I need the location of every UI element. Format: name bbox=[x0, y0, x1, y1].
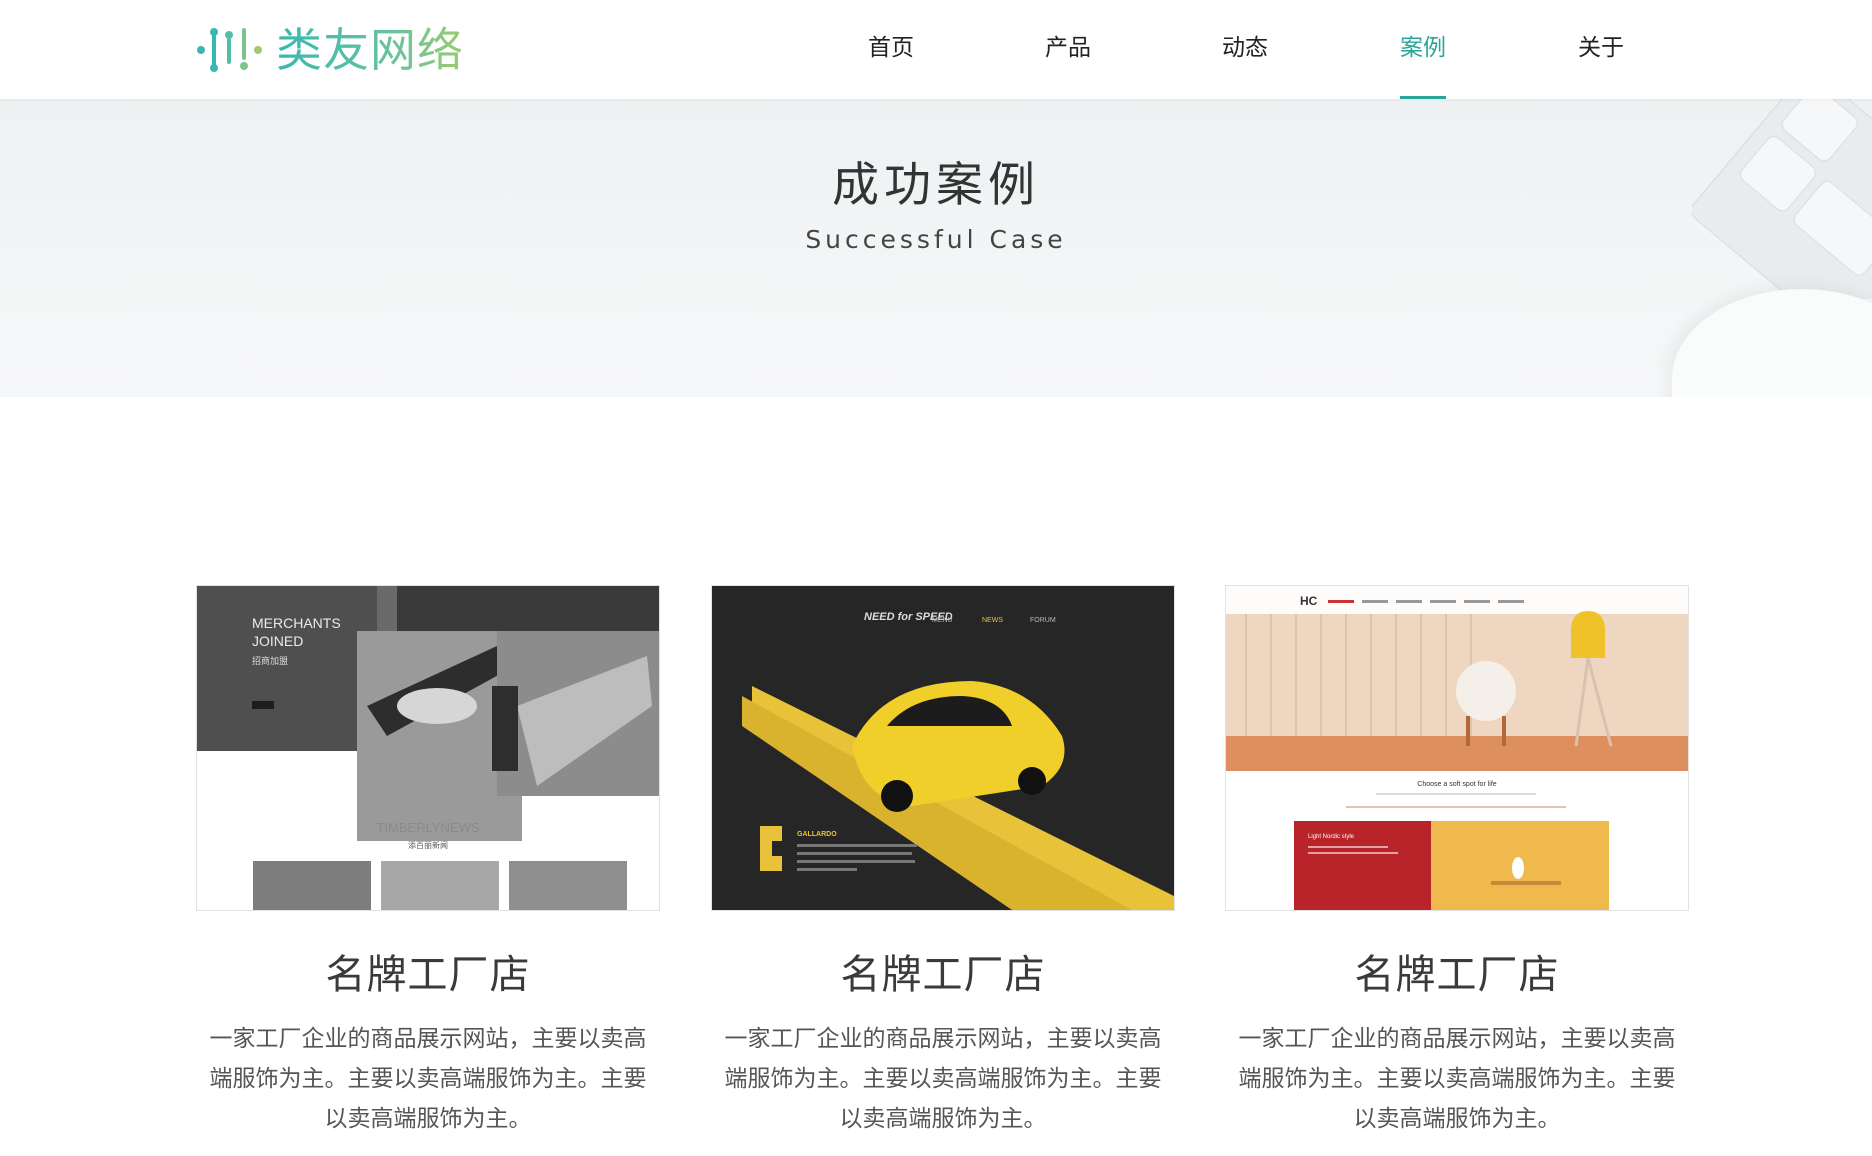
thumb-caption: GALLARDO bbox=[797, 831, 837, 838]
nav-item-home[interactable]: 首页 bbox=[868, 0, 914, 99]
page-title: 成功案例 bbox=[832, 158, 1040, 213]
case-image-factory: MERCHANTS JOINED 招商加盟 TIMBERLYNEWS 添百丽新闻 bbox=[197, 586, 659, 910]
nav-item-news[interactable]: 动态 bbox=[1222, 0, 1268, 99]
case-thumbnail[interactable]: HC Choose a soft spot for life Light Nor… bbox=[1225, 585, 1689, 911]
case-card[interactable]: NEED for SPEED MENU NEWS FORUM GALLARDO … bbox=[711, 585, 1175, 1139]
thumb-menu-forum: FORUM bbox=[1030, 617, 1056, 624]
hero-banner: 成功案例 Successful Case bbox=[0, 99, 1872, 397]
case-description: 一家工厂企业的商品展示网站，主要以卖高端服饰为主。主要以卖高端服饰为主。主要以卖… bbox=[1238, 1026, 1676, 1132]
thumb-panel-text: Light Nordic style bbox=[1308, 834, 1355, 840]
thumb-hc-logo: HC bbox=[1300, 594, 1318, 608]
case-card[interactable]: MERCHANTS JOINED 招商加盟 TIMBERLYNEWS 添百丽新闻… bbox=[196, 585, 660, 1139]
thumb-text-joined: JOINED bbox=[252, 633, 303, 649]
case-thumbnail[interactable]: NEED for SPEED MENU NEWS FORUM GALLARDO bbox=[711, 585, 1175, 911]
case-title[interactable]: 名牌工厂店 bbox=[196, 951, 660, 999]
mouse-decoration bbox=[1672, 289, 1872, 397]
thumb-menu-menu: MENU bbox=[932, 617, 953, 624]
case-image-car: NEED for SPEED MENU NEWS FORUM GALLARDO bbox=[712, 586, 1174, 910]
nav-item-cases[interactable]: 案例 bbox=[1400, 0, 1446, 99]
thumb-menu-news: NEWS bbox=[982, 617, 1003, 624]
case-title[interactable]: 名牌工厂店 bbox=[1225, 951, 1689, 999]
case-thumbnail[interactable]: MERCHANTS JOINED 招商加盟 TIMBERLYNEWS 添百丽新闻 bbox=[196, 585, 660, 911]
thumb-tagline: Choose a soft spot for life bbox=[1417, 781, 1496, 788]
case-title[interactable]: 名牌工厂店 bbox=[711, 951, 1175, 999]
nav-item-about[interactable]: 关于 bbox=[1578, 0, 1624, 99]
case-image-furniture: HC Choose a soft spot for life Light Nor… bbox=[1226, 586, 1688, 910]
case-card[interactable]: HC Choose a soft spot for life Light Nor… bbox=[1225, 585, 1689, 1139]
case-description: 一家工厂企业的商品展示网站，主要以卖高端服饰为主。主要以卖高端服饰为主。主要以卖… bbox=[209, 1026, 647, 1132]
page-subtitle: Successful Case bbox=[805, 225, 1067, 254]
nav-item-products[interactable]: 产品 bbox=[1045, 0, 1091, 99]
site-header: 类友网络 首页 产品 动态 案例 关于 bbox=[0, 0, 1872, 99]
thumb-text-news: TIMBERLYNEWS bbox=[376, 820, 479, 835]
thumb-text-merchants: MERCHANTS bbox=[252, 615, 341, 631]
main-nav: 首页 产品 动态 案例 关于 bbox=[0, 0, 1872, 99]
case-description: 一家工厂企业的商品展示网站，主要以卖高端服饰为主。主要以卖高端服饰为主。主要以卖… bbox=[724, 1026, 1162, 1132]
thumb-text-news-cn: 添百丽新闻 bbox=[408, 840, 448, 850]
thumb-text-join-cn: 招商加盟 bbox=[252, 655, 288, 667]
